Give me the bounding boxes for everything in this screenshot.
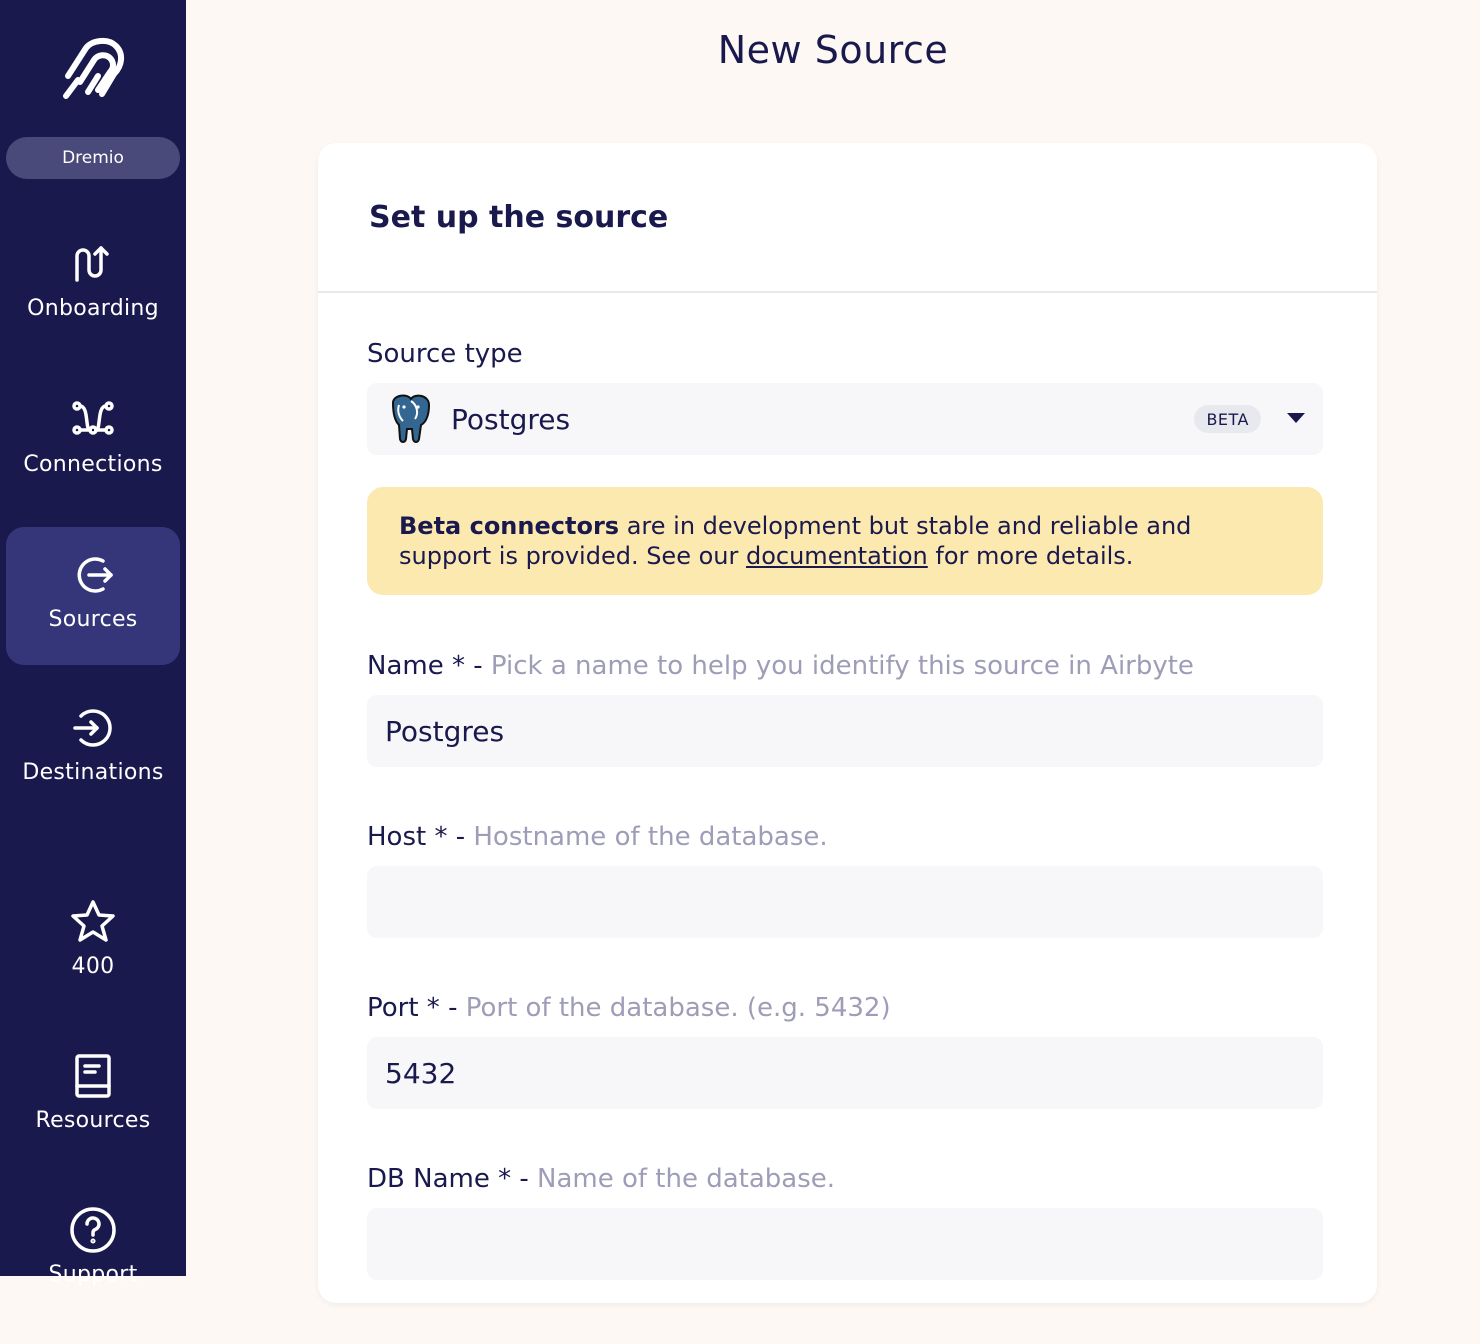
sidebar-item-sources[interactable]: Sources	[6, 527, 180, 665]
name-field-label: Name * - Pick a name to help you identif…	[367, 651, 1194, 681]
sidebar-item-support[interactable]: Support	[6, 1206, 180, 1344]
beta-notice: Beta connectors are in development but s…	[367, 487, 1323, 595]
card-title: Set up the source	[369, 199, 669, 235]
sidebar-item-label: Resources	[35, 1108, 151, 1133]
sidebar: Dremio Onboarding Connections Sources De…	[0, 0, 186, 1287]
star-icon	[71, 900, 115, 942]
connections-icon	[72, 401, 114, 435]
sidebar-item-resources[interactable]: Resources	[6, 1052, 180, 1190]
host-description: Hostname of the database.	[473, 822, 828, 852]
sidebar-item-rating[interactable]: 400	[6, 898, 180, 1036]
postgres-elephant-icon	[391, 394, 431, 443]
sidebar-item-connections[interactable]: Connections	[6, 396, 180, 534]
port-label: Port * -	[367, 993, 466, 1023]
port-field-label: Port * - Port of the database. (e.g. 543…	[367, 993, 891, 1023]
name-description: Pick a name to help you identify this so…	[490, 651, 1194, 681]
sidebar-item-label: Destinations	[22, 760, 164, 785]
destinations-icon	[73, 709, 112, 747]
sidebar-item-destinations[interactable]: Destinations	[6, 704, 180, 842]
airbyte-logo-icon[interactable]	[58, 36, 128, 106]
onboarding-icon	[75, 246, 109, 282]
db-name-field-label: DB Name * - Name of the database.	[367, 1164, 835, 1194]
db-name-label: DB Name * -	[367, 1164, 538, 1194]
port-input[interactable]: 5432	[367, 1037, 1323, 1109]
db-name-input[interactable]	[367, 1208, 1323, 1280]
source-type-select[interactable]: Postgres BETA	[367, 383, 1323, 455]
host-field-label: Host * - Hostname of the database.	[367, 822, 828, 852]
notice-text-2: for more details.	[927, 542, 1134, 570]
port-description: Port of the database. (e.g. 5432)	[465, 993, 891, 1023]
card-header: Set up the source	[318, 143, 1377, 293]
documentation-link[interactable]: documentation	[746, 542, 928, 570]
sources-icon	[77, 557, 113, 593]
source-type-label-text: Source type	[367, 339, 523, 369]
page-title: New Source	[717, 28, 949, 72]
sidebar-item-label: Sources	[48, 607, 138, 632]
name-input[interactable]: Postgres	[367, 695, 1323, 767]
source-type-value: Postgres	[451, 402, 571, 436]
sidebar-item-onboarding[interactable]: Onboarding	[6, 240, 180, 378]
book-icon	[75, 1054, 111, 1098]
chevron-down-icon	[1287, 413, 1305, 423]
host-input[interactable]	[367, 866, 1323, 938]
name-label: Name * -	[367, 651, 491, 681]
workspace-name: Dremio	[62, 148, 124, 168]
source-form-card: Set up the source Source type Postgres B…	[318, 143, 1377, 1303]
source-type-label: Source type	[367, 339, 523, 369]
notice-bold: Beta connectors	[399, 512, 620, 540]
sidebar-item-label: Connections	[23, 452, 163, 477]
workspace-selector[interactable]: Dremio	[6, 137, 180, 179]
sidebar-item-label: Support	[48, 1262, 138, 1287]
help-icon	[70, 1207, 116, 1253]
name-input-value: Postgres	[385, 714, 505, 748]
db-name-description: Name of the database.	[537, 1164, 836, 1194]
sidebar-item-label: 400	[71, 954, 115, 979]
port-input-value: 5432	[385, 1056, 457, 1090]
sidebar-item-label: Onboarding	[27, 296, 159, 321]
beta-badge: BETA	[1194, 405, 1261, 433]
host-label: Host * -	[367, 822, 474, 852]
